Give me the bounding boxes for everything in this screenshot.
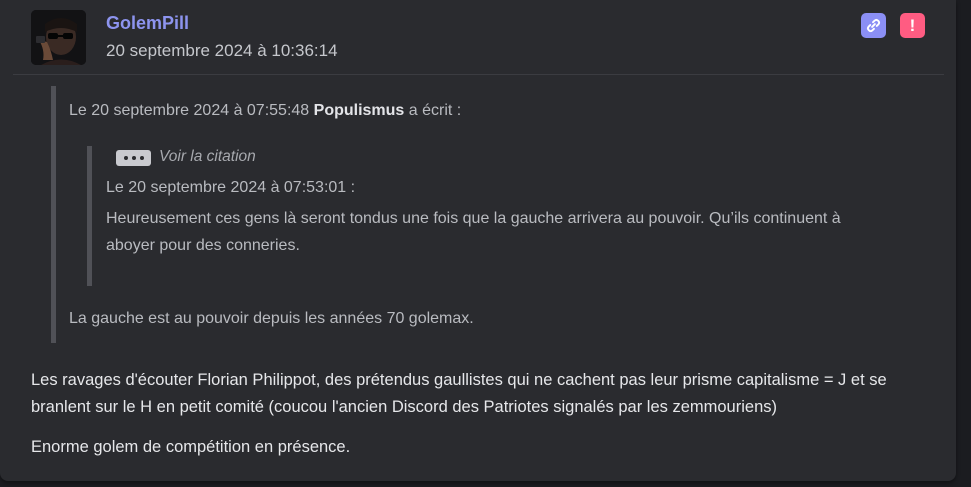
- header-divider: [13, 74, 944, 75]
- nested-quote-text: Heureusement ces gens là seront tondus u…: [106, 210, 841, 254]
- avatar-image: [31, 10, 86, 65]
- quote-header: Le 20 septembre 2024 à 07:55:48 Populism…: [69, 102, 461, 120]
- post-body-paragraph: Enorme golem de compétition en présence.: [31, 438, 351, 456]
- post-date: 20 septembre 2024 à 10:36:14: [106, 41, 338, 60]
- quoted-author: Populismus: [313, 102, 405, 119]
- link-icon: [866, 18, 881, 33]
- dot: [131, 156, 136, 160]
- report-button[interactable]: !: [900, 13, 925, 38]
- show-quote-button[interactable]: [116, 150, 151, 166]
- exclamation-icon: !: [909, 15, 916, 35]
- author-name[interactable]: GolemPill: [106, 13, 189, 34]
- nested-quote-header: Le 20 septembre 2024 à 07:53:01 :: [106, 179, 356, 196]
- forum-post: GolemPill 20 septembre 2024 à 10:36:14 !…: [0, 0, 956, 481]
- show-quote-link[interactable]: Voir la citation: [159, 148, 256, 166]
- avatar[interactable]: [31, 10, 86, 65]
- nested-quote-bar: [87, 146, 92, 286]
- dot: [123, 156, 128, 160]
- post-body-paragraph: Les ravages d'écouter Florian Philippot,…: [31, 371, 887, 416]
- permalink-button[interactable]: [861, 13, 886, 38]
- quote-date: Le 20 septembre 2024 à 07:55:48: [69, 102, 310, 119]
- quote-bar: [51, 86, 56, 343]
- quote-text: La gauche est au pouvoir depuis les anné…: [69, 310, 474, 327]
- dot: [139, 156, 144, 160]
- quote-wrote: a écrit :: [408, 102, 462, 119]
